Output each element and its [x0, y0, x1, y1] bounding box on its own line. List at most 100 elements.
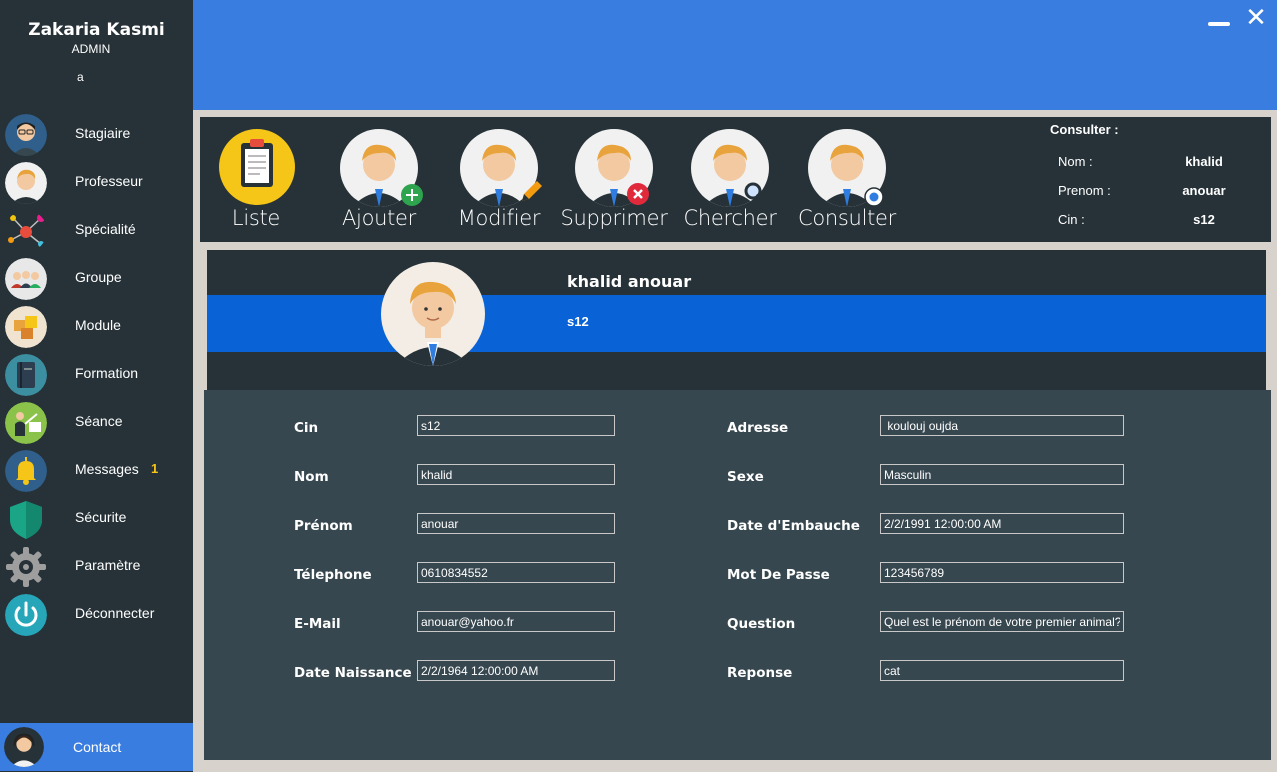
- sidebar-item-messages[interactable]: Messages 1: [0, 447, 193, 495]
- sidebar-item-label: Formation: [75, 365, 139, 381]
- plus-icon: [401, 184, 423, 206]
- tool-label: Liste: [231, 206, 281, 230]
- sidebar-item-label: Professeur: [75, 173, 143, 189]
- sidebar-item-label: Spécialité: [75, 221, 136, 237]
- module-icon: [5, 306, 47, 348]
- magnifier-icon: [744, 182, 770, 208]
- user-extra: a: [77, 70, 84, 84]
- email-field[interactable]: [417, 611, 615, 632]
- mot-de-passe-field-label: Mot De Passe: [727, 567, 830, 583]
- shield-icon: [10, 501, 42, 539]
- sidebar-item-contact[interactable]: Contact: [0, 723, 193, 771]
- sidebar-item-stagiaire[interactable]: Stagiaire: [0, 111, 193, 159]
- tool-label: Modifier: [457, 206, 541, 230]
- cin-field-label: Cin: [294, 420, 319, 436]
- profile-name: khalid anouar: [567, 272, 692, 291]
- sidebar-item-groupe[interactable]: Groupe: [0, 255, 193, 303]
- consulter-button[interactable]: Consulter: [782, 129, 912, 239]
- modifier-button[interactable]: Modifier: [434, 129, 564, 239]
- sidebar-item-parametre[interactable]: Paramètre: [0, 543, 193, 591]
- prenom-field[interactable]: [417, 513, 615, 534]
- cin-field[interactable]: [417, 415, 615, 436]
- profile-banner: khalid anouar s12: [207, 250, 1266, 390]
- adresse-field-label: Adresse: [727, 420, 789, 436]
- prenom-field-label: Prénom: [294, 518, 353, 534]
- chercher-button[interactable]: Chercher: [665, 129, 795, 239]
- prenom-label: Prenom :: [1058, 183, 1111, 198]
- nom-value: khalid: [1185, 154, 1223, 169]
- formation-icon: [5, 354, 47, 396]
- nom-label: Nom :: [1058, 154, 1093, 169]
- tool-label: Supprimer: [560, 206, 668, 230]
- pencil-icon: [522, 181, 542, 201]
- telephone-field-label: Télephone: [294, 567, 372, 583]
- sidebar-item-label: Séance: [75, 413, 123, 429]
- sidebar: Zakaria Kasmi ADMIN a Stagiaire Professe…: [0, 0, 193, 772]
- liste-button[interactable]: Liste: [191, 129, 321, 239]
- supprimer-button[interactable]: Supprimer: [549, 129, 679, 239]
- telephone-field[interactable]: [417, 562, 615, 583]
- sidebar-item-label: Déconnecter: [75, 605, 155, 621]
- eye-icon: [864, 187, 884, 207]
- date-naissance-field[interactable]: [417, 660, 615, 681]
- contact-icon: [4, 727, 44, 767]
- professeur-icon: [5, 162, 47, 204]
- clipboard-icon: [219, 129, 295, 205]
- sidebar-item-securite[interactable]: Sécurite: [0, 495, 193, 543]
- question-field[interactable]: [880, 611, 1124, 632]
- power-icon: [5, 594, 47, 636]
- messages-count-badge: 1: [151, 461, 159, 476]
- sexe-field-label: Sexe: [727, 469, 764, 485]
- sidebar-item-label: Groupe: [75, 269, 122, 285]
- groupe-icon: [5, 258, 47, 300]
- sidebar-item-label: Paramètre: [75, 557, 141, 573]
- cin-label: Cin :: [1058, 212, 1085, 227]
- prenom-value: anouar: [1182, 183, 1226, 198]
- minimize-icon[interactable]: [1208, 22, 1230, 26]
- bell-icon: [5, 450, 47, 492]
- date-embauche-field[interactable]: [880, 513, 1124, 534]
- user-role: ADMIN: [71, 42, 111, 56]
- title-bar: [193, 0, 1277, 110]
- tool-label: Ajouter: [341, 206, 417, 230]
- sidebar-item-label: Sécurite: [75, 509, 127, 525]
- gear-icon: [6, 547, 46, 587]
- close-icon[interactable]: ✕: [1242, 4, 1270, 32]
- email-field-label: E-Mail: [294, 616, 341, 632]
- reponse-field[interactable]: [880, 660, 1124, 681]
- details-form: Cin Nom Prénom Télephone E-Mail Date Nai…: [204, 390, 1271, 760]
- user-name: Zakaria Kasmi: [28, 20, 165, 40]
- profile-cin: s12: [567, 314, 589, 329]
- date-embauche-field-label: Date d'Embauche: [727, 518, 860, 534]
- sidebar-item-specialite[interactable]: Spécialité: [0, 207, 193, 255]
- stagiaire-icon: [5, 114, 47, 156]
- date-naissance-field-label: Date Naissance: [294, 665, 412, 681]
- sidebar-item-label: Messages: [75, 461, 139, 477]
- mot-de-passe-field[interactable]: [880, 562, 1124, 583]
- avatar: [381, 262, 485, 366]
- sidebar-item-deconnecter[interactable]: Déconnecter: [0, 591, 193, 639]
- delete-icon: [627, 183, 649, 205]
- sexe-field[interactable]: [880, 464, 1124, 485]
- specialite-icon: [8, 214, 45, 247]
- adresse-field[interactable]: [880, 415, 1124, 436]
- sidebar-item-label: Module: [75, 317, 121, 333]
- nom-field-label: Nom: [294, 469, 329, 485]
- sidebar-item-label: Contact: [73, 739, 122, 755]
- ajouter-button[interactable]: Ajouter: [314, 129, 444, 239]
- consulter-summary: Consulter : Nom : khalid Prenom : anouar…: [1050, 120, 1265, 240]
- cin-value: s12: [1193, 212, 1215, 227]
- sidebar-item-professeur[interactable]: Professeur: [0, 159, 193, 207]
- sidebar-item-label: Stagiaire: [75, 125, 131, 141]
- seance-icon: [5, 402, 47, 444]
- banner-strip: [207, 295, 1266, 352]
- tool-label: Consulter: [798, 206, 896, 230]
- sidebar-item-seance[interactable]: Séance: [0, 399, 193, 447]
- sidebar-item-formation[interactable]: Formation: [0, 351, 193, 399]
- reponse-field-label: Reponse: [727, 665, 793, 681]
- consulter-title: Consulter :: [1050, 122, 1119, 137]
- sidebar-item-module[interactable]: Module: [0, 303, 193, 351]
- question-field-label: Question: [727, 616, 796, 632]
- nom-field[interactable]: [417, 464, 615, 485]
- tool-label: Chercher: [683, 206, 777, 230]
